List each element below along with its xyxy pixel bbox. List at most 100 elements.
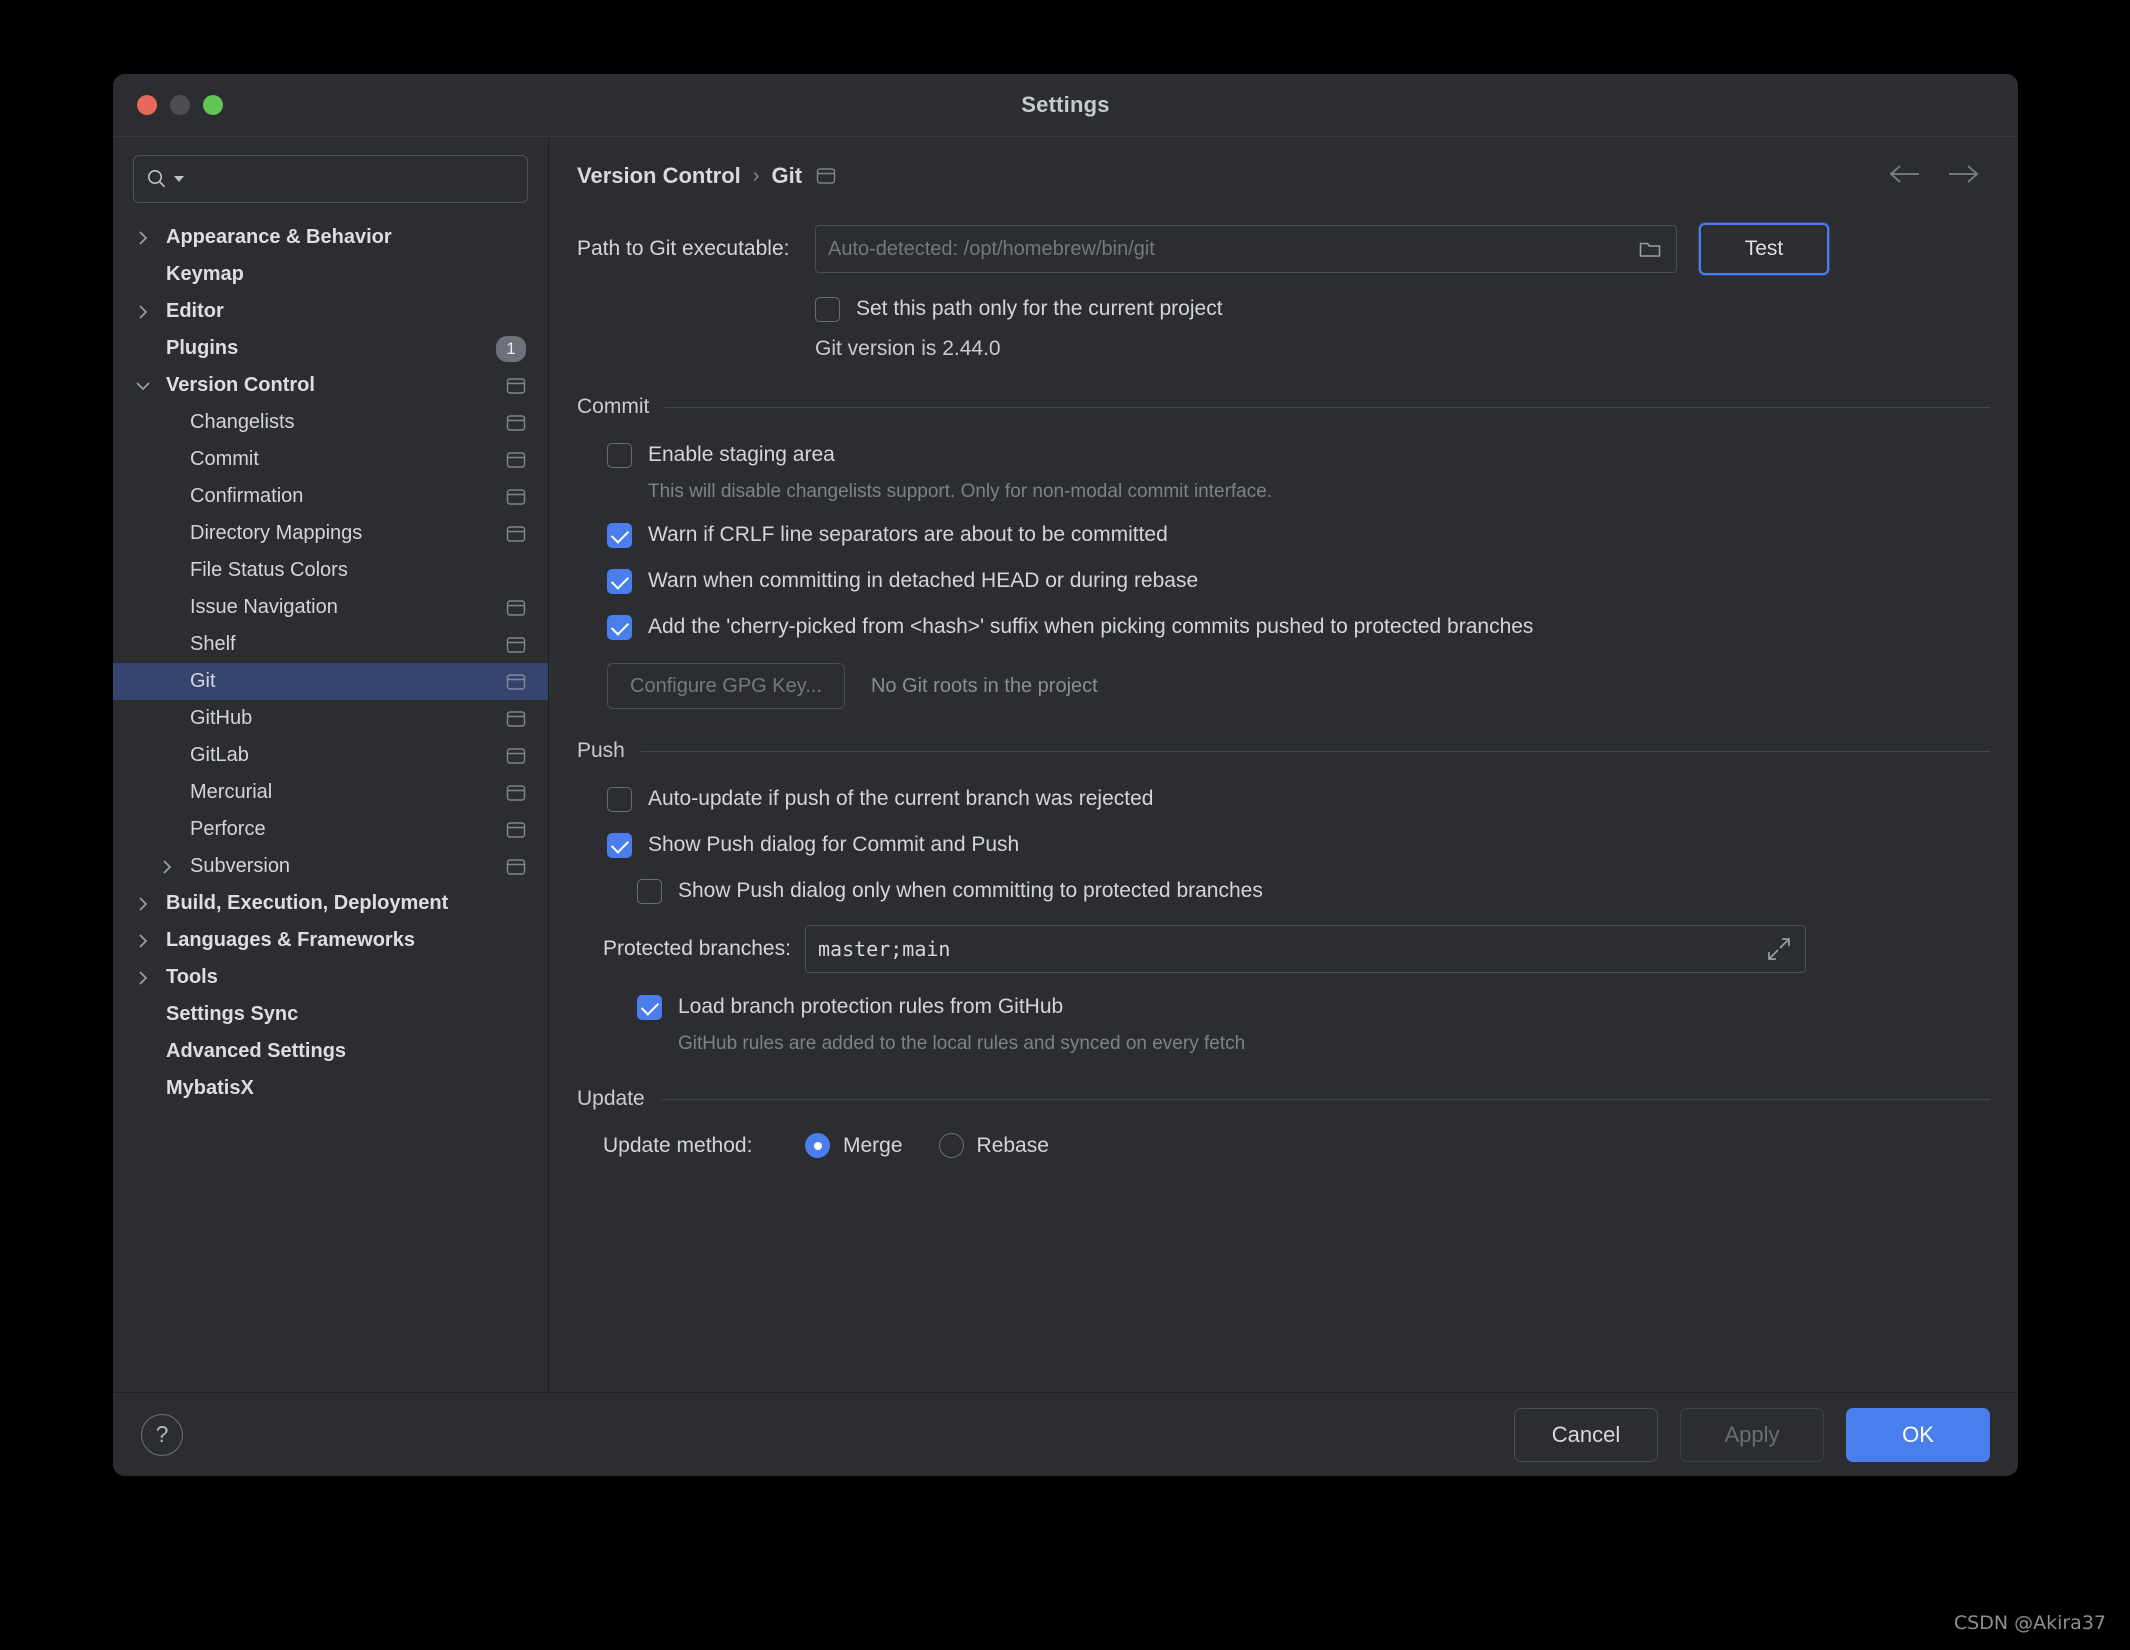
module-icon [506,488,526,506]
cherry-picked-suffix-checkbox[interactable] [607,615,632,640]
cherry-picked-suffix-row[interactable]: Add the 'cherry-picked from <hash>' suff… [607,613,1990,641]
module-icon [506,784,526,802]
update-section-title: Update [577,1087,661,1111]
sidebar-item-languages-frameworks[interactable]: Languages & Frameworks [113,922,548,959]
sidebar-item-confirmation[interactable]: Confirmation [113,478,548,515]
show-push-dialog-protected-label: Show Push dialog only when committing to… [678,877,1263,905]
sidebar-item-label: GitLab [113,744,506,767]
sidebar-search-box[interactable] [133,155,528,203]
chevron-right-icon[interactable] [133,931,153,951]
search-icon [146,168,168,190]
sidebar-item-label: Settings Sync [113,1003,526,1026]
enable-staging-row[interactable]: Enable staging area [607,441,1990,469]
settings-sidebar: Appearance & BehaviorKeymap Editor Plugins… [113,137,549,1392]
warn-detached-head-row[interactable]: Warn when committing in detached HEAD or… [607,567,1990,595]
module-icon [506,451,526,469]
sidebar-item-label: Mercurial [113,781,506,804]
warn-crlf-row[interactable]: Warn if CRLF line separators are about t… [607,521,1990,549]
git-executable-input[interactable]: Auto-detected: /opt/homebrew/bin/git [815,225,1677,273]
sidebar-item-label: Editor [113,300,526,323]
update-method-merge-option[interactable]: Merge [805,1133,903,1158]
sidebar-item-appearance-behavior[interactable]: Appearance & Behavior [113,219,548,256]
breadcrumb-parent[interactable]: Version Control [577,163,741,189]
forward-arrow-icon[interactable] [1946,163,1980,190]
chevron-right-icon[interactable] [133,302,153,322]
auto-update-row[interactable]: Auto-update if push of the current branc… [607,785,1990,813]
test-button[interactable]: Test [1699,223,1829,275]
load-branch-rules-checkbox[interactable] [637,995,662,1020]
load-branch-rules-row[interactable]: Load branch protection rules from GitHub [637,993,1990,1021]
module-icon [506,747,526,765]
sidebar-item-build-execution-deployment[interactable]: Build, Execution, Deployment [113,885,548,922]
sidebar-item-commit[interactable]: Commit [113,441,548,478]
sidebar-item-label: Advanced Settings [113,1040,526,1063]
module-icon [506,636,526,654]
chevron-right-icon[interactable] [157,857,177,877]
push-section-title: Push [577,739,641,763]
git-version-text: Git version is 2.44.0 [815,337,1990,361]
module-icon [506,599,526,617]
sidebar-item-git[interactable]: Git [113,663,548,700]
minimize-window-button[interactable] [170,95,190,115]
sidebar-item-tools[interactable]: Tools [113,959,548,996]
update-method-rebase-option[interactable]: Rebase [939,1133,1049,1158]
chevron-right-icon[interactable] [133,228,153,248]
sidebar-item-shelf[interactable]: Shelf [113,626,548,663]
sidebar-item-subversion[interactable]: Subversion [113,848,548,885]
show-push-dialog-checkbox[interactable] [607,833,632,858]
update-section-rule [661,1099,1990,1100]
window-body: Appearance & BehaviorKeymap Editor Plugins… [113,136,2018,1392]
warn-detached-head-checkbox[interactable] [607,569,632,594]
protected-branches-label: Protected branches: [603,937,805,961]
help-button[interactable]: ? [141,1414,183,1456]
sidebar-item-badge: 1 [496,336,526,362]
sidebar-item-editor[interactable]: Editor [113,293,548,330]
sidebar-item-plugins[interactable]: Plugins1 [113,330,548,367]
enable-staging-checkbox[interactable] [607,443,632,468]
traffic-light-controls [137,95,223,115]
sidebar-item-directory-mappings[interactable]: Directory Mappings [113,515,548,552]
cancel-button[interactable]: Cancel [1514,1408,1658,1462]
show-push-dialog-protected-row[interactable]: Show Push dialog only when committing to… [637,877,1990,905]
show-push-dialog-row[interactable]: Show Push dialog for Commit and Push [607,831,1990,859]
protected-branches-value: master;main [818,937,1761,961]
folder-icon[interactable] [1632,226,1668,272]
footer-actions: Cancel Apply OK [1514,1408,1990,1462]
configure-gpg-key-button[interactable]: Configure GPG Key... [607,663,845,709]
zoom-window-button[interactable] [203,95,223,115]
sidebar-item-mercurial[interactable]: Mercurial [113,774,548,811]
protected-branches-input[interactable]: master;main [805,925,1806,973]
sidebar-item-version-control[interactable]: Version Control [113,367,548,404]
set-path-only-row[interactable]: Set this path only for the current proje… [815,295,1990,323]
merge-radio[interactable] [805,1133,830,1158]
chevron-right-icon[interactable] [133,968,153,988]
sidebar-item-changelists[interactable]: Changelists [113,404,548,441]
sidebar-item-mybatisx[interactable]: MybatisX [113,1070,548,1107]
show-push-dialog-protected-checkbox[interactable] [637,879,662,904]
sidebar-item-keymap[interactable]: Keymap [113,256,548,293]
sidebar-item-issue-navigation[interactable]: Issue Navigation [113,589,548,626]
close-window-button[interactable] [137,95,157,115]
sidebar-item-settings-sync[interactable]: Settings Sync [113,996,548,1033]
chevron-down-icon[interactable] [133,376,153,396]
sidebar-item-file-status-colors[interactable]: File Status Colors [113,552,548,589]
set-path-only-checkbox[interactable] [815,297,840,322]
search-dropdown-icon[interactable] [174,175,184,183]
auto-update-checkbox[interactable] [607,787,632,812]
chevron-right-icon[interactable] [133,894,153,914]
sidebar-item-label: GitHub [113,707,506,730]
sidebar-item-perforce[interactable]: Perforce [113,811,548,848]
sidebar-item-advanced-settings[interactable]: Advanced Settings [113,1033,548,1070]
expand-diagonal-icon[interactable] [1761,926,1797,972]
back-arrow-icon[interactable] [1888,163,1922,190]
settings-tree[interactable]: Appearance & BehaviorKeymap Editor Plugins… [113,217,548,1392]
rebase-radio[interactable] [939,1133,964,1158]
sidebar-item-github[interactable]: GitHub [113,700,548,737]
sidebar-item-label: MybatisX [113,1077,526,1100]
rebase-label: Rebase [977,1134,1049,1158]
ok-button[interactable]: OK [1846,1408,1990,1462]
module-icon [506,414,526,432]
search-input[interactable] [190,168,515,190]
sidebar-item-gitlab[interactable]: GitLab [113,737,548,774]
warn-crlf-checkbox[interactable] [607,523,632,548]
